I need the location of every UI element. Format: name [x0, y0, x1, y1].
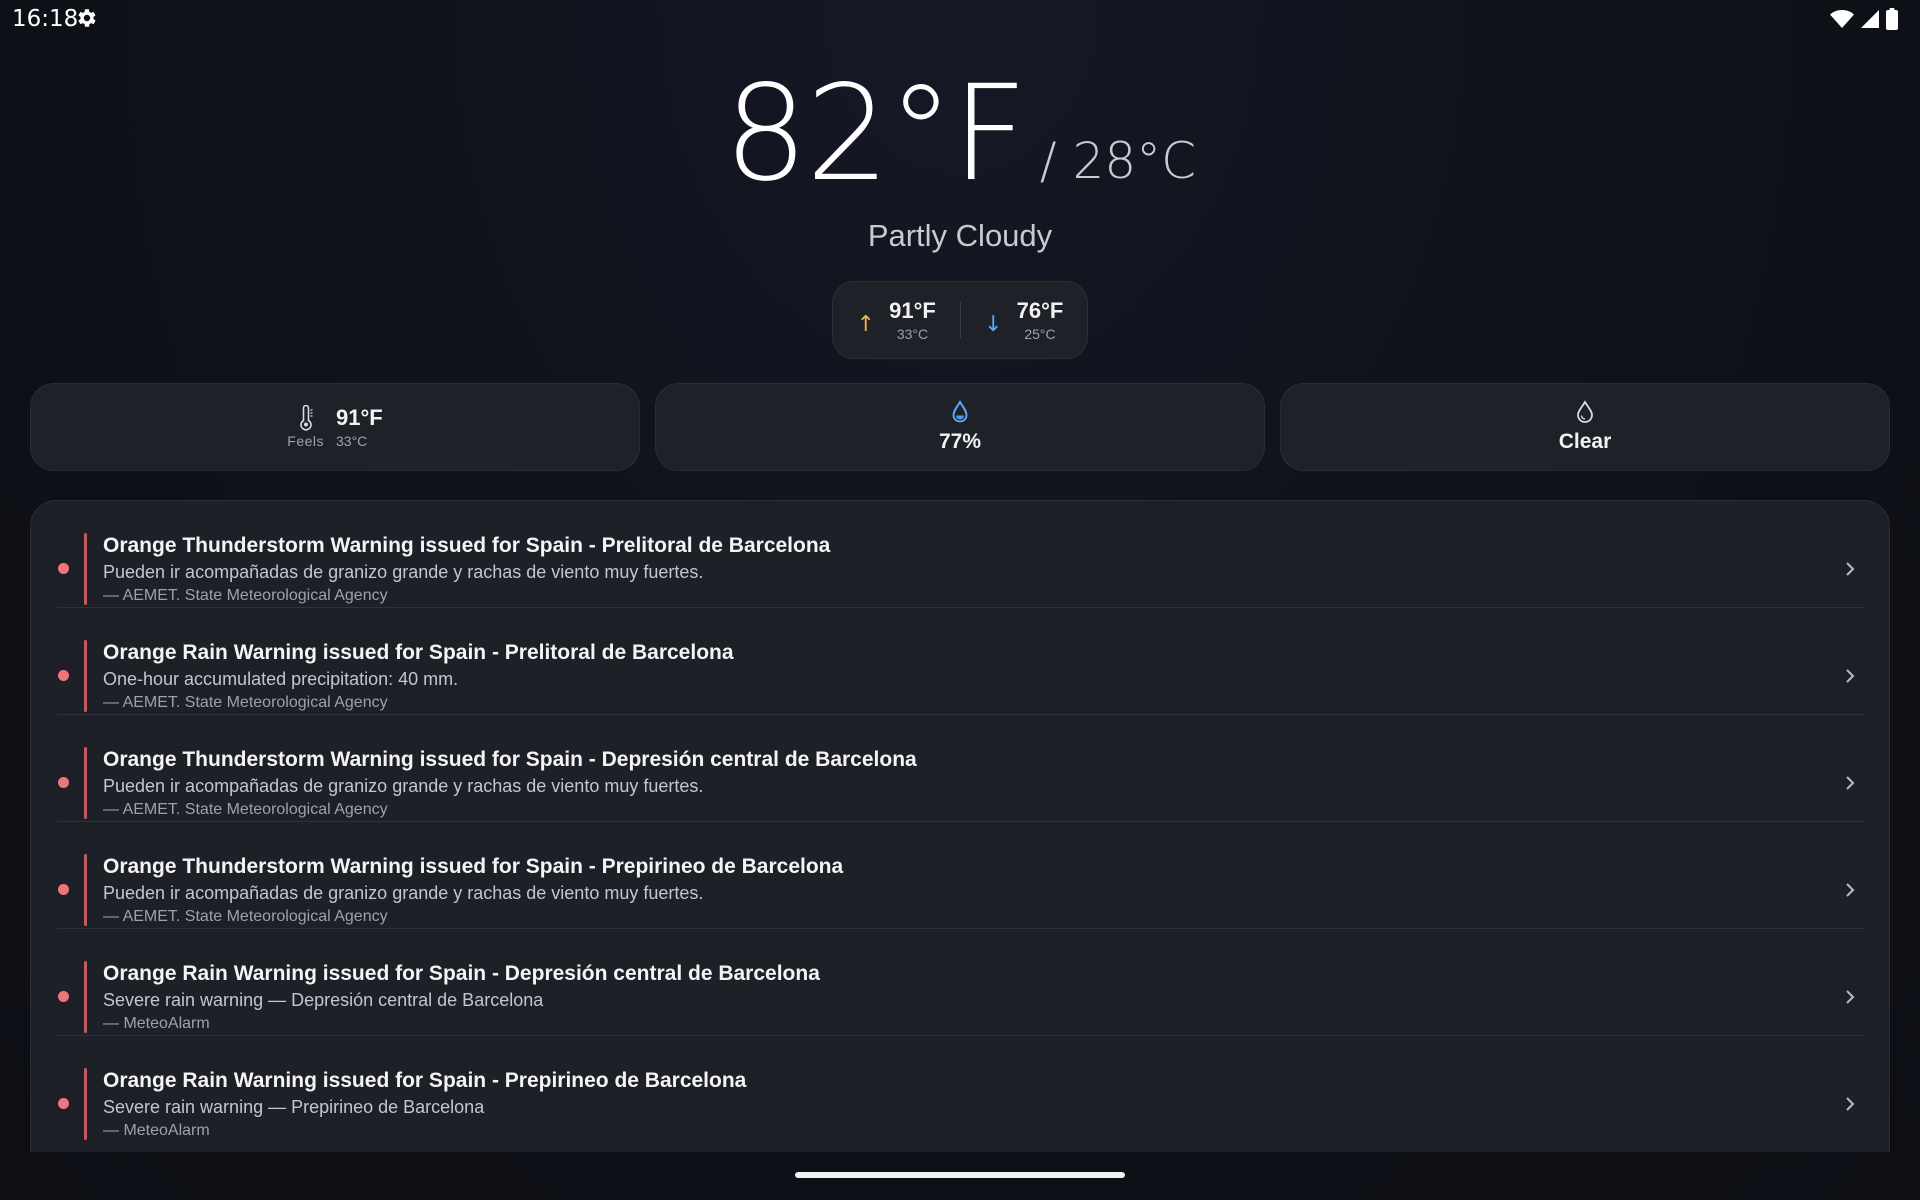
chevron-right-icon[interactable] [1843, 1094, 1857, 1114]
alert-severity-dot [58, 563, 69, 574]
alert-description: Severe rain warning — Prepirineo de Barc… [103, 1097, 485, 1117]
alert-title: Orange Rain Warning issued for Spain - P… [103, 1069, 747, 1092]
alert-description: Pueden ir acompañadas de granizo grande … [103, 776, 704, 796]
wifi-icon [1830, 10, 1854, 28]
arrow-down-icon: ↓ [984, 311, 1003, 337]
status-time: 16:18 [12, 6, 79, 32]
alert-severity-dot [58, 991, 69, 1002]
alert-accent-bar [84, 640, 87, 712]
low-temp-c: 25°C [1024, 326, 1056, 342]
feels-like-card[interactable]: Feels 91°F 33°C [30, 383, 640, 471]
arrow-up-icon: ↑ [856, 311, 876, 337]
alert-accent-bar [84, 533, 87, 605]
thermometer-icon [299, 405, 313, 431]
high-temp-f: 91°F [889, 298, 936, 323]
alert-accent-bar [84, 1068, 87, 1140]
alert-source: — AEMET. State Meteorological Agency [103, 908, 388, 925]
high-temp-c: 33°C [896, 326, 929, 342]
alert-severity-dot [58, 884, 69, 895]
alerts-list: Orange Thunderstorm Warning issued for S… [30, 500, 1890, 1152]
alert-source: — AEMET. State Meteorological Agency [103, 694, 388, 711]
weather-condition: Partly Cloudy [867, 218, 1053, 253]
alert-accent-bar [84, 854, 87, 926]
chevron-right-icon[interactable] [1843, 773, 1857, 793]
battery-icon [1886, 8, 1898, 30]
low-temp-f: 76°F [1016, 298, 1064, 323]
chevron-right-icon[interactable] [1843, 987, 1857, 1007]
alert-title: Orange Rain Warning issued for Spain - P… [103, 641, 734, 664]
alert-item[interactable]: Orange Rain Warning issued for Spain - P… [31, 1036, 1889, 1143]
chevron-right-icon[interactable] [1843, 666, 1857, 686]
alert-item[interactable]: Orange Rain Warning issued for Spain - D… [31, 929, 1889, 1036]
temp-celsius: / 28°C [1039, 132, 1197, 190]
alert-accent-bar [84, 747, 87, 819]
alert-item[interactable]: Orange Rain Warning issued for Spain - P… [31, 608, 1889, 715]
alert-title: Orange Thunderstorm Warning issued for S… [103, 855, 844, 878]
alert-source: — AEMET. State Meteorological Agency [103, 801, 388, 818]
alert-title: Orange Thunderstorm Warning issued for S… [103, 748, 917, 771]
low-temp: ↓ 76°F 25°C [961, 282, 1088, 358]
signal-icon [1861, 10, 1879, 28]
alert-description: Pueden ir acompañadas de granizo grande … [103, 883, 704, 903]
gear-icon[interactable] [74, 6, 98, 30]
precipitation-value: Clear [1558, 430, 1612, 453]
humidity-drop-icon [952, 400, 968, 423]
precipitation-card[interactable]: Clear [1280, 383, 1890, 471]
alert-source: — AEMET. State Meteorological Agency [103, 587, 388, 604]
drop-outline-icon [1577, 400, 1593, 423]
high-low-pill: ↑ 91°F 33°C ↓ 76°F 25°C [832, 281, 1088, 359]
gesture-nav-bar[interactable] [795, 1172, 1125, 1178]
feels-label: Feels [287, 433, 324, 449]
high-temp: ↑ 91°F 33°C [833, 282, 960, 358]
alert-severity-dot [58, 1098, 69, 1109]
feels-like-c: 33°C [336, 433, 368, 449]
current-temperature: 82°F/ 28°C [0, 64, 1920, 204]
alert-title: Orange Rain Warning issued for Spain - D… [103, 962, 820, 985]
alert-source: — MeteoAlarm [103, 1015, 210, 1032]
temp-fahrenheit: 82°F [723, 57, 1028, 211]
alert-item[interactable]: Orange Thunderstorm Warning issued for S… [31, 822, 1889, 929]
alert-title: Orange Thunderstorm Warning issued for S… [103, 534, 831, 557]
chevron-right-icon[interactable] [1843, 880, 1857, 900]
alert-description: One-hour accumulated precipitation: 40 m… [103, 669, 459, 689]
status-bar: 16:18 [0, 0, 1920, 40]
alert-description: Pueden ir acompañadas de granizo grande … [103, 562, 704, 582]
feels-like-f: 91°F [336, 405, 383, 430]
alert-source: — MeteoAlarm [103, 1122, 210, 1139]
alert-severity-dot [58, 777, 69, 788]
humidity-value: 77% [938, 430, 982, 453]
alert-accent-bar [84, 961, 87, 1033]
alert-item[interactable]: Orange Thunderstorm Warning issued for S… [31, 715, 1889, 822]
alert-item[interactable]: Orange Thunderstorm Warning issued for S… [31, 501, 1889, 608]
alert-description: Severe rain warning — Depresión central … [103, 990, 544, 1010]
alert-severity-dot [58, 670, 69, 681]
chevron-right-icon[interactable] [1843, 559, 1857, 579]
humidity-card[interactable]: 77% [655, 383, 1265, 471]
